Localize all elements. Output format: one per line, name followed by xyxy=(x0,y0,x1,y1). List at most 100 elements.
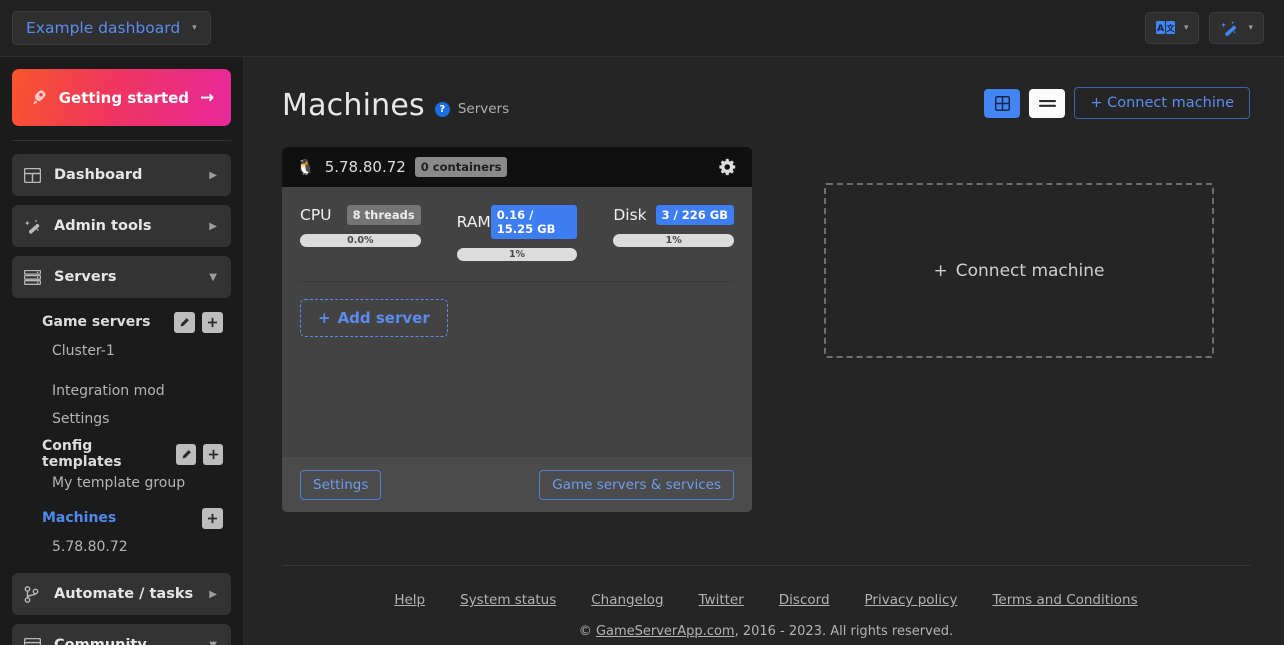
sidebar-item-community[interactable]: Community ▼ xyxy=(12,624,231,645)
sidebar-group-config-templates[interactable]: Config templates xyxy=(12,439,231,469)
dashboard-selector[interactable]: Example dashboard ▾ xyxy=(12,11,211,45)
copyright-prefix: © xyxy=(579,624,596,639)
sidebar-group-label: Machines xyxy=(42,510,116,526)
footer-links: Help System status Changelog Twitter Dis… xyxy=(282,592,1250,608)
svg-text:文: 文 xyxy=(1166,23,1175,33)
add-group-button[interactable] xyxy=(202,312,223,333)
sidebar-subitem-machine-ip[interactable]: 5.78.80.72 xyxy=(12,533,231,561)
page-title: Machines xyxy=(282,88,425,123)
sidebar-group-machines[interactable]: Machines xyxy=(12,503,231,533)
translate-button[interactable]: A 文 ▾ xyxy=(1145,12,1200,44)
app-shell: Getting started → Dashboard ▶ xyxy=(0,57,1284,645)
sidebar-item-label: Dashboard xyxy=(54,167,209,183)
list-view-icon xyxy=(1039,98,1056,109)
grid-view-icon xyxy=(995,96,1010,111)
copyright: © GameServerApp.com, 2016 - 2023. All ri… xyxy=(282,624,1250,639)
magic-wand-icon xyxy=(1220,20,1239,37)
stat-disk: Disk 3 / 226 GB 1% xyxy=(613,205,734,261)
getting-started-button[interactable]: Getting started → xyxy=(12,69,231,126)
help-icon[interactable]: ? xyxy=(435,102,450,117)
machine-card-header: 🐧 5.78.80.72 0 containers xyxy=(282,147,752,187)
chevron-right-icon: ▶ xyxy=(209,170,217,181)
stat-label: CPU xyxy=(300,206,332,224)
stat-ram: RAM 0.16 / 15.25 GB 1% xyxy=(457,205,578,261)
stat-progress-bar: 1% xyxy=(613,234,734,247)
footer-link-terms[interactable]: Terms and Conditions xyxy=(992,592,1137,608)
sidebar-subitem-my-template-group[interactable]: My template group xyxy=(12,469,231,497)
chevron-right-icon: ▶ xyxy=(209,589,217,600)
stat-label: Disk xyxy=(613,206,646,224)
machine-stats: CPU 8 threads 0.0% RAM 0.16 / 15.25 GB 1… xyxy=(300,205,734,261)
sidebar-group-label: Game servers xyxy=(42,314,151,330)
machine-card-footer: Settings Game servers & services xyxy=(282,457,752,512)
copyright-suffix: , 2016 - 2023. All rights reserved. xyxy=(735,624,954,639)
plus-icon: + xyxy=(934,261,948,281)
add-machine-button[interactable] xyxy=(202,508,223,529)
machine-ip: 5.78.80.72 xyxy=(325,158,406,176)
footer-link-system-status[interactable]: System status xyxy=(460,592,556,608)
sidebar-item-label: Servers xyxy=(54,269,209,285)
grid-icon xyxy=(24,168,46,183)
chevron-down-icon: ▼ xyxy=(209,272,217,283)
sidebar: Getting started → Dashboard ▶ xyxy=(0,57,244,645)
game-servers-services-button[interactable]: Game servers & services xyxy=(539,470,734,500)
sidebar-subitem-cluster-1[interactable]: Cluster-1 xyxy=(12,337,231,365)
window-icon xyxy=(24,638,46,645)
sidebar-item-label: Community xyxy=(54,637,209,645)
connect-machine-button[interactable]: + Connect machine xyxy=(1074,87,1250,119)
gear-icon[interactable] xyxy=(719,158,737,176)
sidebar-spacer xyxy=(12,561,231,573)
stat-badge: 3 / 226 GB xyxy=(656,205,734,225)
card-settings-button[interactable]: Settings xyxy=(300,470,381,500)
server-stack-icon xyxy=(24,270,46,285)
chevron-down-icon: ▾ xyxy=(1248,23,1253,33)
footer-link-changelog[interactable]: Changelog xyxy=(591,592,663,608)
edit-group-button[interactable] xyxy=(174,312,195,333)
plus-icon xyxy=(208,449,219,460)
arrow-right-icon: → xyxy=(200,88,214,108)
sidebar-group-game-servers[interactable]: Game servers xyxy=(12,307,231,337)
add-server-button[interactable]: + Add server xyxy=(300,299,448,337)
connect-machine-placeholder-label: Connect machine xyxy=(956,261,1105,281)
footer-link-discord[interactable]: Discord xyxy=(779,592,830,608)
main-content: Machines ? Servers + Connec xyxy=(244,57,1284,645)
footer-divider xyxy=(282,565,1250,566)
footer-link-twitter[interactable]: Twitter xyxy=(699,592,744,608)
grid-view-button[interactable] xyxy=(984,89,1020,118)
add-server-label: Add server xyxy=(338,309,430,327)
page-subtitle: Servers xyxy=(458,101,509,117)
sidebar-item-label: Admin tools xyxy=(54,218,209,234)
dashboard-selector-label: Example dashboard xyxy=(26,19,180,37)
chevron-right-icon: ▶ xyxy=(209,221,217,232)
connect-machine-placeholder[interactable]: + Connect machine xyxy=(824,183,1214,358)
sidebar-item-servers[interactable]: Servers ▼ xyxy=(12,256,231,298)
magic-wand-button[interactable]: ▾ xyxy=(1209,12,1264,44)
plus-icon xyxy=(207,317,218,328)
sidebar-spacer xyxy=(12,365,231,377)
footer-link-help[interactable]: Help xyxy=(394,592,425,608)
footer-link-privacy-policy[interactable]: Privacy policy xyxy=(865,592,958,608)
sidebar-item-admin-tools[interactable]: Admin tools ▶ xyxy=(12,205,231,247)
sidebar-subitem-integration-mod[interactable]: Integration mod xyxy=(12,377,231,405)
stat-badge: 0.16 / 15.25 GB xyxy=(491,205,578,239)
list-view-button[interactable] xyxy=(1029,89,1065,118)
copyright-link[interactable]: GameServerApp.com xyxy=(596,624,735,639)
sidebar-subitem-settings[interactable]: Settings xyxy=(12,405,231,433)
chevron-down-icon: ▼ xyxy=(209,640,217,645)
sidebar-group-label: Config templates xyxy=(42,438,169,470)
sidebar-item-dashboard[interactable]: Dashboard ▶ xyxy=(12,154,231,196)
page-footer: Help System status Changelog Twitter Dis… xyxy=(282,565,1250,645)
stat-cpu: CPU 8 threads 0.0% xyxy=(300,205,421,261)
getting-started-label: Getting started xyxy=(59,89,189,107)
page-header-actions: + Connect machine xyxy=(984,87,1250,119)
edit-group-button[interactable] xyxy=(176,444,196,465)
sidebar-item-label: Automate / tasks xyxy=(54,586,209,602)
add-group-button[interactable] xyxy=(203,444,223,465)
page-header: Machines ? Servers + Connec xyxy=(282,87,1250,123)
machine-card: 🐧 5.78.80.72 0 containers xyxy=(282,147,752,512)
pencil-icon xyxy=(181,449,192,460)
rocket-icon xyxy=(29,88,48,107)
top-bar-actions: A 文 ▾ ▾ xyxy=(1145,12,1264,44)
sidebar-item-automate-tasks[interactable]: Automate / tasks ▶ xyxy=(12,573,231,615)
stat-progress-bar: 0.0% xyxy=(300,234,421,247)
